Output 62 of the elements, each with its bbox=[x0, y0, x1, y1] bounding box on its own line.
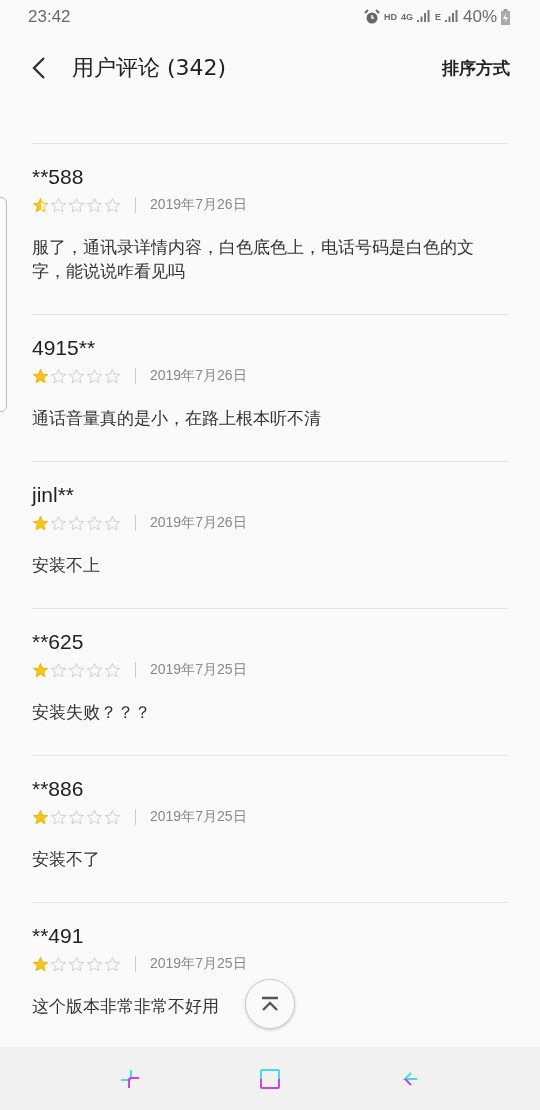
star-icon bbox=[50, 367, 67, 385]
star-icon bbox=[86, 367, 103, 385]
network-label: E bbox=[434, 12, 441, 22]
star-icon bbox=[104, 661, 121, 679]
scroll-to-top-button[interactable] bbox=[245, 979, 295, 1029]
star-icon bbox=[50, 661, 67, 679]
review-date: 2019年7月26日 bbox=[150, 367, 247, 385]
reviewer-name: **588 bbox=[32, 164, 85, 190]
star-icon bbox=[50, 196, 67, 214]
signal-icon bbox=[444, 10, 459, 24]
alarm-icon bbox=[363, 9, 380, 25]
battery-percent: 40% bbox=[462, 7, 497, 27]
star-icon bbox=[86, 196, 103, 214]
star-icon bbox=[50, 514, 67, 532]
star-icon bbox=[104, 196, 121, 214]
review-date: 2019年7月26日 bbox=[150, 196, 247, 214]
star-icon bbox=[68, 196, 85, 214]
reviewer-name: **886 bbox=[32, 776, 85, 802]
review-text: 安装不上 bbox=[32, 554, 100, 577]
review-text: 安装失败？？？ bbox=[32, 701, 151, 724]
reviewer-name: jinl** bbox=[32, 482, 76, 508]
review-text: 服了，通讯录详情内容，白色底色上，电话号码是白色的文字，能说说咋看见吗 bbox=[32, 236, 475, 283]
sort-button[interactable]: 排序方式 bbox=[442, 56, 510, 80]
review-date: 2019年7月25日 bbox=[150, 808, 247, 826]
star-icon bbox=[32, 808, 49, 826]
arrow-up-to-top-icon bbox=[260, 996, 280, 1012]
star-icon bbox=[32, 661, 49, 679]
star-icon bbox=[104, 514, 121, 532]
star-icon bbox=[50, 808, 67, 826]
star-icon bbox=[104, 955, 121, 973]
star-icon bbox=[68, 955, 85, 973]
network-label: 4G bbox=[400, 12, 413, 22]
page-title: 用户评论 (342) bbox=[72, 54, 228, 82]
reviewer-name: 4915** bbox=[32, 335, 97, 361]
star-icon bbox=[68, 367, 85, 385]
star-icon bbox=[86, 808, 103, 826]
reviewer-name: **491 bbox=[32, 923, 85, 949]
chevron-left-icon bbox=[32, 56, 46, 80]
review-date: 2019年7月25日 bbox=[150, 955, 247, 973]
review-date: 2019年7月26日 bbox=[150, 514, 247, 532]
review-text: 安装不了 bbox=[32, 848, 100, 871]
reviewer-name: **625 bbox=[32, 629, 85, 655]
battery-icon bbox=[501, 9, 510, 25]
star-icon bbox=[104, 367, 121, 385]
review-text: 这个版本非常非常不好用 bbox=[32, 995, 219, 1018]
signal-icon bbox=[416, 10, 431, 24]
star-icon bbox=[86, 514, 103, 532]
hd-label: HD bbox=[383, 12, 397, 22]
star-icon bbox=[86, 661, 103, 679]
review-text: 通话音量真的是小，在路上根本听不清 bbox=[32, 407, 321, 430]
star-icon bbox=[86, 955, 103, 973]
star-icon bbox=[50, 955, 67, 973]
star-icon bbox=[32, 514, 49, 532]
star-icon bbox=[68, 661, 85, 679]
star-icon bbox=[68, 514, 85, 532]
status-time: 23:42 bbox=[28, 7, 71, 27]
star-icon bbox=[32, 367, 49, 385]
star-icon bbox=[32, 955, 49, 973]
star-icon bbox=[32, 196, 49, 214]
star-icon bbox=[104, 808, 121, 826]
star-icon bbox=[68, 808, 85, 826]
review-date: 2019年7月25日 bbox=[150, 661, 247, 679]
